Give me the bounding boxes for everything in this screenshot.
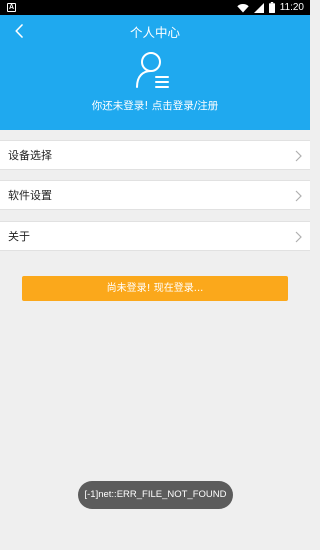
notification-a-icon: A — [7, 3, 16, 12]
chevron-right-icon — [295, 150, 302, 162]
status-bar: A 11:20 — [0, 0, 310, 15]
menu-item-device-select[interactable]: 设备选择 — [0, 140, 310, 170]
login-register-link[interactable]: 你还未登录! 点击登录/注册 — [0, 98, 310, 113]
chevron-right-icon — [295, 190, 302, 202]
profile-header: 个人中心 你还未登录! 点击登录/注册 — [0, 15, 310, 130]
page-title: 个人中心 — [129, 25, 180, 40]
user-avatar-icon[interactable] — [135, 50, 175, 90]
status-bar-right: 11:20 — [237, 0, 304, 15]
status-time: 11:20 — [279, 2, 304, 13]
menu-item-about[interactable]: 关于 — [0, 221, 310, 251]
battery-icon — [268, 2, 275, 13]
menu-item-software-settings[interactable]: 软件设置 — [0, 180, 310, 210]
chevron-right-icon — [295, 231, 302, 243]
menu-item-label: 设备选择 — [8, 149, 52, 162]
menu-item-label: 关于 — [8, 230, 30, 243]
wifi-icon — [237, 3, 249, 12]
menu-item-label: 软件设置 — [8, 189, 52, 202]
signal-icon — [253, 2, 264, 13]
error-toast: [-1]net::ERR_FILE_NOT_FOUND — [78, 481, 233, 509]
login-button[interactable]: 尚未登录! 现在登录... — [22, 276, 288, 301]
